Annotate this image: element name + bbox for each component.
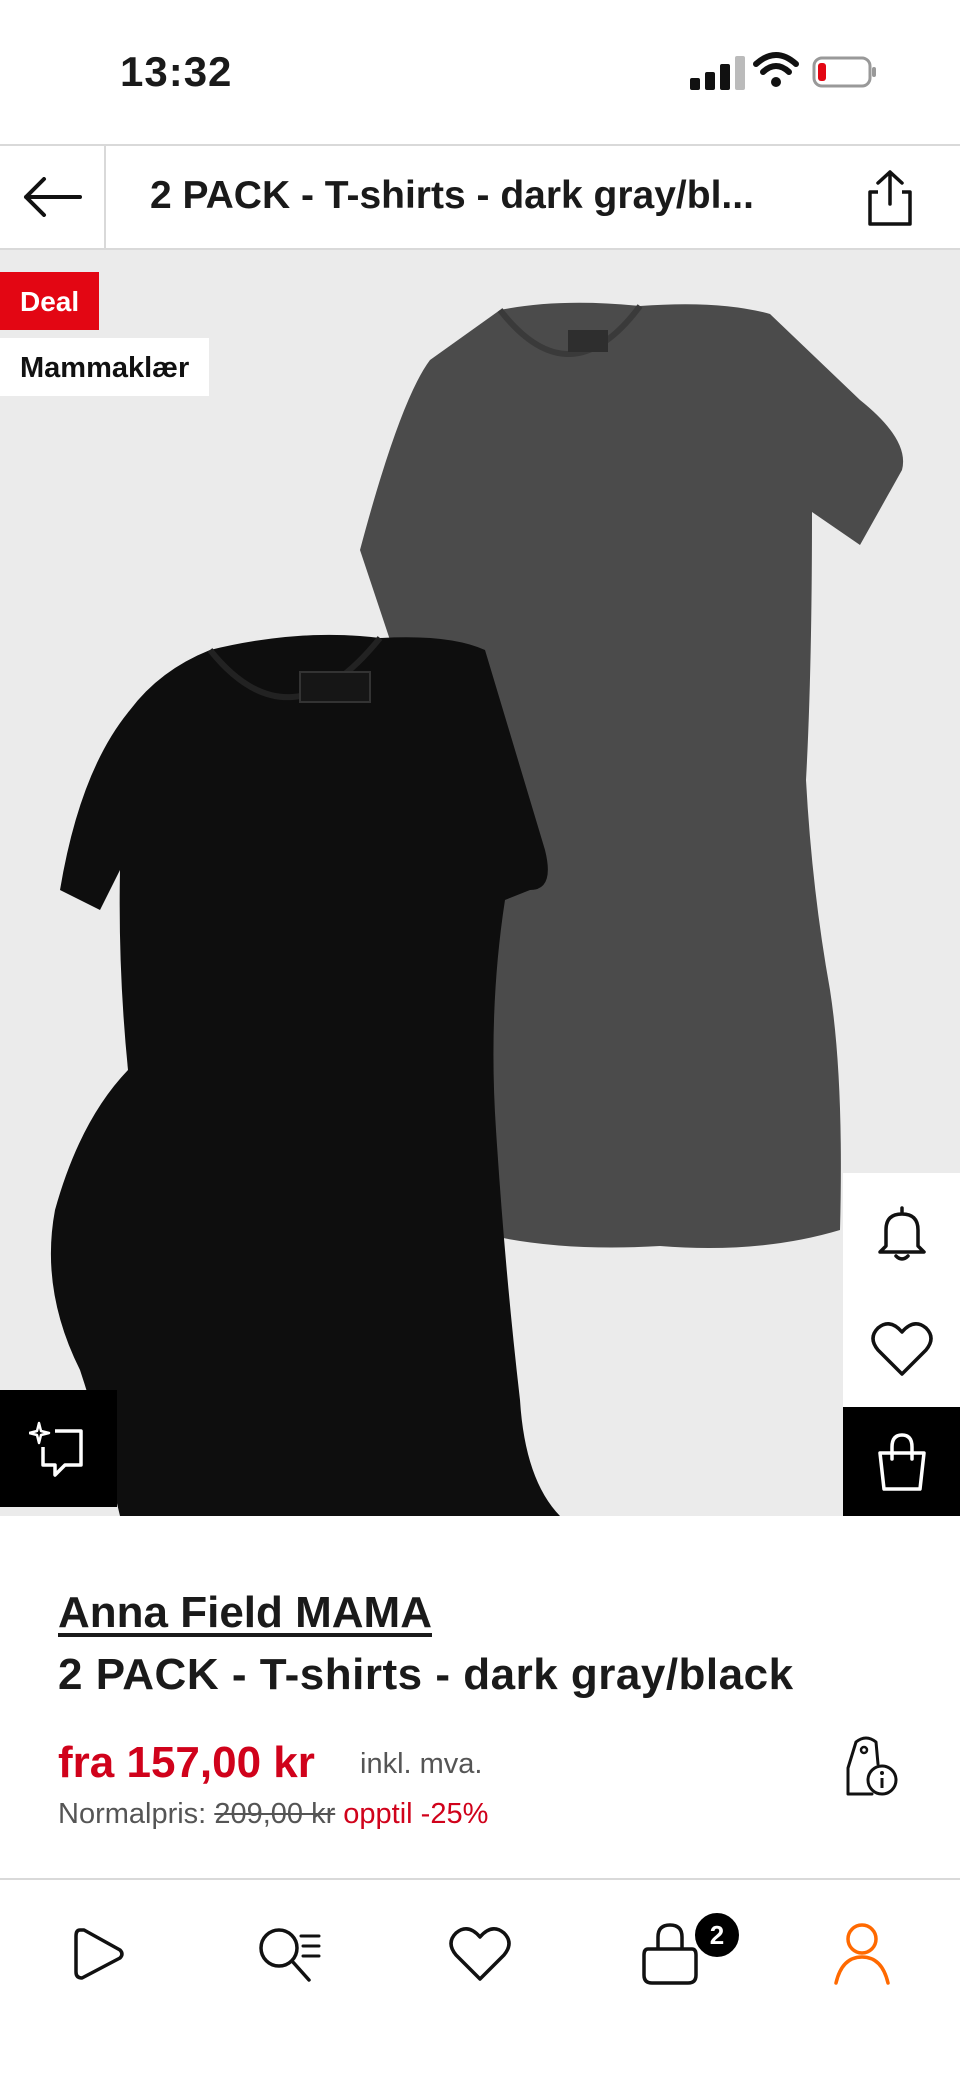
wishlist-button[interactable]	[843, 1290, 960, 1407]
profile-icon	[834, 1923, 890, 1985]
bell-icon	[877, 1205, 926, 1261]
back-button[interactable]	[0, 146, 106, 248]
product-price: fra 157,00 kr	[58, 1738, 315, 1787]
tab-wishlist[interactable]	[440, 1914, 520, 1994]
tab-play[interactable]	[58, 1914, 138, 1994]
similar-icon	[28, 1421, 83, 1477]
tab-profile[interactable]	[822, 1914, 902, 1994]
similar-items-button[interactable]	[0, 1390, 117, 1507]
deal-badge: Deal	[0, 272, 100, 330]
status-bar: 13:32	[0, 0, 960, 144]
product-info: Anna Field MAMA 2 PACK - T-shirts - dark…	[0, 1516, 960, 1878]
normal-price-line: Normalpris: 209,00 kr opptil -25%	[58, 1798, 488, 1831]
play-icon	[74, 1928, 124, 1980]
signal-icon	[690, 56, 745, 90]
search-icon	[259, 1928, 321, 1982]
status-time: 13:32	[120, 48, 233, 95]
discount-label: opptil -25%	[343, 1798, 489, 1830]
wishlist-icon	[449, 1927, 511, 1981]
heart-icon	[870, 1321, 933, 1376]
product-photo	[50, 302, 904, 1516]
category-badge: Mammaklær	[0, 338, 210, 396]
product-name: 2 PACK - T-shirts - dark gray/black	[58, 1650, 794, 1699]
bag-icon	[877, 1432, 926, 1491]
bottom-tab-bar: 2	[0, 1878, 960, 2081]
normal-price-label: Normalpris:	[58, 1798, 207, 1830]
back-arrow-icon	[24, 177, 82, 217]
wifi-icon	[753, 52, 799, 87]
product-image[interactable]: Deal Mammaklær	[0, 250, 960, 1516]
bag-count-badge: 2	[692, 1910, 742, 1960]
brand-link[interactable]: Anna Field MAMA	[58, 1588, 432, 1638]
page-title: 2 PACK - T-shirts - dark gray/bl...	[150, 174, 754, 217]
price-tag-info-icon[interactable]	[838, 1734, 902, 1798]
add-to-bag-button[interactable]	[843, 1407, 960, 1516]
normal-price-value: 209,00 kr	[214, 1798, 336, 1830]
vat-note: inkl. mva.	[360, 1748, 483, 1780]
share-icon[interactable]	[860, 168, 920, 228]
battery-icon	[812, 56, 876, 88]
tab-search[interactable]	[250, 1914, 330, 1994]
top-bar: 2 PACK - T-shirts - dark gray/bl...	[0, 144, 960, 250]
notify-button[interactable]	[843, 1173, 960, 1290]
